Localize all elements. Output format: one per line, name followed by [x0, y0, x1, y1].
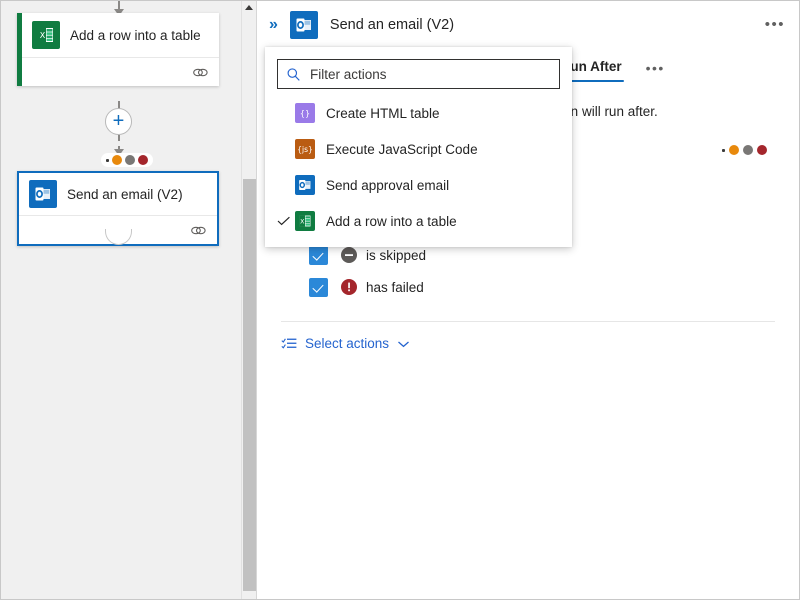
dropdown-item-add-a-row-into-a-table[interactable]: X Add a row into a table [265, 203, 572, 239]
flow-node-title: Add a row into a table [70, 28, 201, 43]
data-operations-icon: {} [295, 103, 315, 123]
canvas-scrollbar[interactable] [241, 1, 256, 599]
svg-text:X: X [40, 31, 46, 40]
dropdown-item-execute-javascript-code[interactable]: {js} Execute JavaScript Code [265, 131, 572, 167]
flow-canvas[interactable]: X Add a row into a table [1, 1, 256, 599]
condition-label: has failed [366, 280, 424, 295]
panel-body: Choose the actions and conditions that t… [257, 82, 799, 351]
dropdown-item-label: Add a row into a table [326, 214, 457, 229]
svg-text:{js}: {js} [297, 145, 313, 154]
dropdown-item-create-html-table[interactable]: {} Create HTML table [265, 95, 572, 131]
link-icon[interactable] [192, 66, 209, 79]
scroll-up-icon[interactable] [245, 5, 253, 10]
dropdown-item-label: Create HTML table [326, 106, 440, 121]
panel-header: » Send an email (V2) ••• [257, 1, 799, 49]
add-step-button[interactable]: + [105, 108, 132, 135]
checkbox-has-failed[interactable] [309, 278, 328, 297]
scrollbar-thumb[interactable] [243, 179, 256, 591]
condition-row-has-failed[interactable]: has failed [281, 271, 775, 303]
timed-out-dot-icon [729, 145, 739, 155]
select-actions-label: Select actions [305, 336, 389, 351]
failed-status-icon [341, 279, 357, 295]
tabs-overflow-icon[interactable]: ••• [636, 64, 675, 82]
outlook-icon [290, 11, 318, 39]
outlook-icon [29, 180, 57, 208]
checklist-icon [281, 337, 297, 351]
action-details-panel: » Send an email (V2) ••• Parameters Sett… [256, 1, 799, 599]
flow-node-footer [22, 58, 219, 86]
select-actions-dropdown[interactable]: {} Create HTML table {js} Execute JavaSc… [265, 47, 572, 247]
group-status-dots [722, 145, 775, 155]
failed-dot-icon [138, 155, 148, 165]
checkmark-icon [277, 216, 295, 226]
app-window: X Add a row into a table [0, 0, 800, 600]
outlook-icon [295, 175, 315, 195]
skipped-dot-icon [125, 155, 135, 165]
canvas-status-dots [101, 153, 153, 167]
flow-node-title: Send an email (V2) [67, 187, 183, 202]
link-icon[interactable] [190, 224, 207, 237]
flow-node-add-row[interactable]: X Add a row into a table [17, 13, 219, 86]
excel-icon: X [295, 211, 315, 231]
skipped-dot-icon [743, 145, 753, 155]
skipped-status-icon [341, 247, 357, 263]
dropdown-item-send-approval-email[interactable]: Send approval email [265, 167, 572, 203]
svg-text:X: X [300, 218, 305, 225]
javascript-icon: {js} [295, 139, 315, 159]
expand-panel-icon[interactable]: » [269, 16, 276, 34]
flow-node-header: Send an email (V2) [19, 173, 217, 216]
flow-node-header: X Add a row into a table [22, 13, 219, 58]
dot-small-icon [106, 159, 109, 162]
panel-overflow-menu-icon[interactable]: ••• [765, 21, 785, 29]
filter-actions-input[interactable] [310, 67, 551, 82]
dot-small-icon [722, 149, 725, 152]
svg-text:{}: {} [300, 109, 310, 118]
select-actions-button[interactable]: Select actions [281, 322, 775, 351]
condition-label: is skipped [366, 248, 426, 263]
page-title: Send an email (V2) [330, 17, 454, 33]
chevron-down-icon[interactable] [397, 340, 410, 348]
dropdown-item-label: Send approval email [326, 178, 449, 193]
checkbox-is-skipped[interactable] [309, 246, 328, 265]
excel-icon: X [32, 21, 60, 49]
failed-dot-icon [757, 145, 767, 155]
timed-out-dot-icon [112, 155, 122, 165]
search-icon [286, 67, 301, 82]
dropdown-item-label: Execute JavaScript Code [326, 142, 478, 157]
filter-actions-field[interactable] [277, 59, 560, 89]
